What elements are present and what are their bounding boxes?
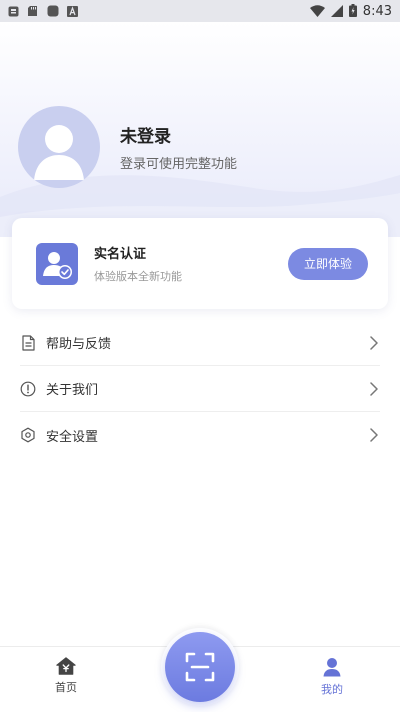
nav-label-home: 首页 <box>55 681 77 694</box>
app-notification-icon <box>8 2 19 21</box>
scan-button[interactable] <box>165 632 235 702</box>
sd-card-icon <box>27 2 39 21</box>
settings-hex-icon <box>20 427 36 443</box>
wifi-icon <box>309 2 325 21</box>
a-notification-icon <box>67 2 78 21</box>
status-bar-left <box>8 2 78 21</box>
login-hint: 登录可使用完整功能 <box>120 157 238 172</box>
nav-item-mine[interactable]: 我的 <box>302 657 362 697</box>
status-bar: 8:43 <box>0 0 400 22</box>
menu-item-security-settings[interactable]: 安全设置 <box>20 412 380 458</box>
settings-menu: 帮助与反馈 关于我们 安全设置 <box>20 320 380 458</box>
menu-item-about-us[interactable]: 关于我们 <box>20 366 380 412</box>
square-notification-icon <box>47 2 59 21</box>
card-text: 实名认证 体验版本全新功能 <box>94 243 182 284</box>
profile-text: 未登录 登录可使用完整功能 <box>120 122 237 172</box>
chevron-right-icon <box>368 381 380 396</box>
menu-item-help-feedback[interactable]: 帮助与反馈 <box>20 320 380 366</box>
scan-icon <box>185 652 215 682</box>
menu-label: 安全设置 <box>46 429 99 445</box>
menu-label: 关于我们 <box>46 383 99 398</box>
nav-label-mine: 我的 <box>321 683 343 696</box>
avatar[interactable] <box>18 106 100 188</box>
document-icon <box>20 334 36 351</box>
status-bar-right: 8:43 <box>309 2 392 21</box>
menu-label: 帮助与反馈 <box>46 337 112 352</box>
battery-icon <box>348 2 357 21</box>
profile-section: 未登录 登录可使用完整功能 <box>18 106 237 188</box>
card-title: 实名认证 <box>94 247 147 262</box>
chevron-right-icon <box>368 428 380 442</box>
signal-icon <box>330 2 343 21</box>
default-user-icon <box>34 125 84 180</box>
real-name-card: 实名认证 体验版本全新功能 立即体验 <box>12 218 388 309</box>
status-time: 8:43 <box>362 3 392 19</box>
info-icon <box>20 381 36 397</box>
home-icon <box>56 657 76 675</box>
user-icon <box>323 658 341 677</box>
login-status-title[interactable]: 未登录 <box>120 122 237 147</box>
nav-item-home[interactable]: 首页 <box>36 657 96 695</box>
card-subtitle: 体验版本全新功能 <box>94 270 182 283</box>
verified-user-icon <box>36 242 78 285</box>
try-now-button[interactable]: 立即体验 <box>288 247 368 280</box>
chevron-right-icon <box>368 335 380 350</box>
screen: 8:43 未登录 登录可使用完整功能 实名认证 体验版本全新功能 立即体验 帮助… <box>0 0 400 712</box>
